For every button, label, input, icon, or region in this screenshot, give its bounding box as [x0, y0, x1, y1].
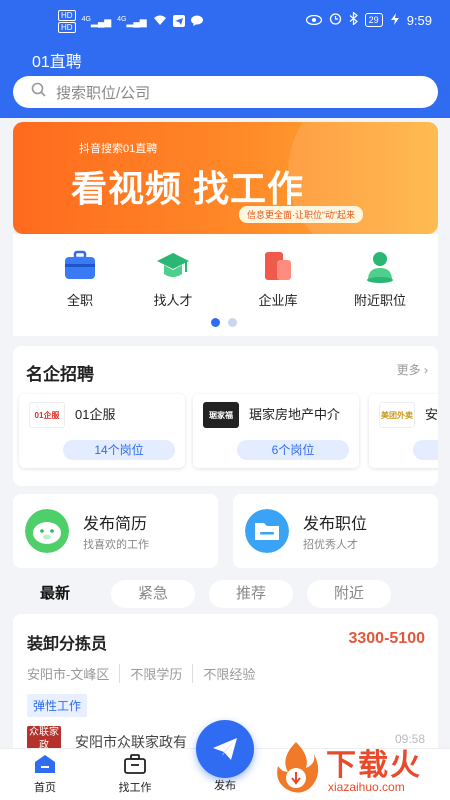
publish-job-subtitle: 招优秀人才 — [303, 539, 358, 551]
status-bar-right: 29 9:59 — [305, 11, 432, 28]
telegram-notification-icon — [172, 14, 185, 29]
banner-subtitle: 抖音搜索01直聘 — [79, 143, 158, 155]
company-card[interactable]: 01企服 01企服 14个岗位 — [19, 394, 185, 468]
graduation-cap-icon — [157, 253, 189, 277]
status-bar-left: HD HD 4G▂▄▆ 4G▂▄▆ — [58, 10, 203, 33]
job-salary: 3300-5100 — [348, 630, 425, 647]
promo-banner[interactable]: 抖音搜索01直聘 看视频 找工作 信息更全面·让职位“动”起来 — [13, 122, 438, 234]
job-requirements: 安阳市-文峰区 不限学历 不限经验 — [27, 664, 265, 683]
company-logo: 01企服 — [29, 402, 65, 428]
watermark-url: xiazaihuo.com — [328, 780, 405, 794]
app-title: 01直聘 — [32, 54, 82, 71]
menu-label: 全职 — [66, 293, 93, 308]
chevron-right-icon: › — [424, 363, 428, 377]
clock-time: 9:59 — [406, 12, 432, 28]
banner-tagline: 信息更全面·让职位“动”起来 — [239, 206, 363, 223]
tab-nearby[interactable]: 附近 — [307, 580, 391, 608]
job-experience: 不限经验 — [192, 664, 265, 683]
publish-fab-button[interactable] — [196, 720, 254, 778]
publish-resume-title: 发布简历 — [83, 516, 148, 533]
tabbar-label: 首页 — [34, 782, 56, 794]
company-name: 01企服 — [75, 407, 116, 422]
company-logo: 琚家福 — [203, 402, 239, 428]
alarm-icon — [329, 12, 342, 28]
search-icon — [31, 82, 46, 102]
carousel-dot-active[interactable] — [211, 318, 220, 327]
publish-job-card[interactable]: 发布职位 招优秀人才 — [233, 494, 438, 568]
job-title: 装卸分拣员 — [27, 636, 108, 653]
job-tag: 弹性工作 — [27, 694, 88, 717]
company-jobs-count[interactable]: 14个岗位 — [63, 440, 175, 460]
tabbar-label: 发布 — [214, 780, 236, 792]
eye-icon — [305, 13, 322, 28]
famous-companies-section: 名企招聘 更多 › 01企服 01企服 14个岗位 琚家福 琚家房地产中介 6个… — [13, 346, 438, 486]
job-location: 安阳市-文峰区 — [27, 667, 110, 682]
menu-label: 找人才 — [153, 293, 193, 308]
home-icon — [35, 755, 55, 773]
search-input[interactable]: 搜索职位/公司 — [56, 82, 150, 103]
location-person-icon — [367, 252, 393, 283]
company-name: 安 — [425, 407, 438, 422]
charging-icon — [390, 12, 400, 28]
menu-item-fulltime[interactable]: 全职 — [35, 248, 125, 309]
watermark-logo: 下载火 xiazaihuo.com — [266, 738, 450, 800]
publish-resume-card[interactable]: 发布简历 找喜欢的工作 — [13, 494, 218, 568]
company-logo: 美团外卖 — [379, 402, 415, 428]
folder-icon — [245, 509, 289, 553]
signal-icon: 4G▂▄▆ — [117, 15, 147, 27]
publish-job-title: 发布职位 — [303, 516, 368, 533]
tab-latest[interactable]: 最新 — [13, 580, 97, 608]
briefcase-icon — [124, 754, 146, 774]
building-icon — [265, 252, 291, 280]
carousel-dot[interactable] — [228, 318, 237, 327]
watermark-brand: 下载火 — [326, 749, 422, 782]
company-jobs-count[interactable]: 3 — [413, 440, 438, 460]
pig-face-icon — [25, 509, 69, 553]
search-bar[interactable]: 搜索职位/公司 — [13, 76, 438, 108]
banner-headline: 看视频 找工作 — [71, 168, 305, 209]
section-title: 名企招聘 — [26, 365, 94, 384]
company-jobs-count[interactable]: 6个岗位 — [237, 440, 349, 460]
status-bar: HD HD 4G▂▄▆ 4G▂▄▆ 29 9:59 — [0, 0, 450, 42]
more-label: 更多 — [396, 363, 421, 377]
more-link[interactable]: 更多 › — [397, 361, 428, 378]
wifi-icon — [153, 15, 167, 28]
publish-resume-subtitle: 找喜欢的工作 — [83, 539, 149, 551]
hd-badge: HD — [58, 22, 76, 33]
quick-menu: 全职 找人才 企业库 附近职位 — [13, 234, 438, 336]
tab-recommended[interactable]: 推荐 — [209, 580, 293, 608]
carousel-indicator — [211, 318, 237, 327]
message-notification-icon — [190, 15, 203, 29]
company-card[interactable]: 美团外卖 安 3 — [369, 394, 438, 468]
tabbar-label: 找工作 — [118, 782, 152, 794]
tab-urgent[interactable]: 紧急 — [111, 580, 195, 608]
menu-label: 企业库 — [258, 293, 298, 308]
paper-plane-icon — [213, 738, 237, 760]
flame-icon — [277, 742, 319, 793]
menu-label: 附近职位 — [353, 293, 406, 308]
hd-badge: HD — [58, 10, 76, 21]
tabbar-find-job[interactable]: 找工作 — [100, 753, 170, 795]
job-filter-tabs: 最新 紧急 推荐 附近 — [13, 578, 438, 608]
battery-icon: 29 — [364, 13, 383, 27]
menu-item-find-talent[interactable]: 找人才 — [128, 248, 218, 309]
menu-item-company-library[interactable]: 企业库 — [233, 248, 323, 309]
company-card[interactable]: 琚家福 琚家房地产中介 6个岗位 — [193, 394, 359, 468]
menu-item-nearby-jobs[interactable]: 附近职位 — [335, 248, 425, 309]
tabbar-home[interactable]: 首页 — [10, 753, 80, 795]
briefcase-icon — [65, 250, 95, 279]
bluetooth-icon — [349, 11, 358, 28]
signal-icon: 4G▂▄▆ — [81, 15, 112, 27]
job-education: 不限学历 — [119, 664, 192, 683]
company-name: 琚家房地产中介 — [249, 407, 341, 422]
